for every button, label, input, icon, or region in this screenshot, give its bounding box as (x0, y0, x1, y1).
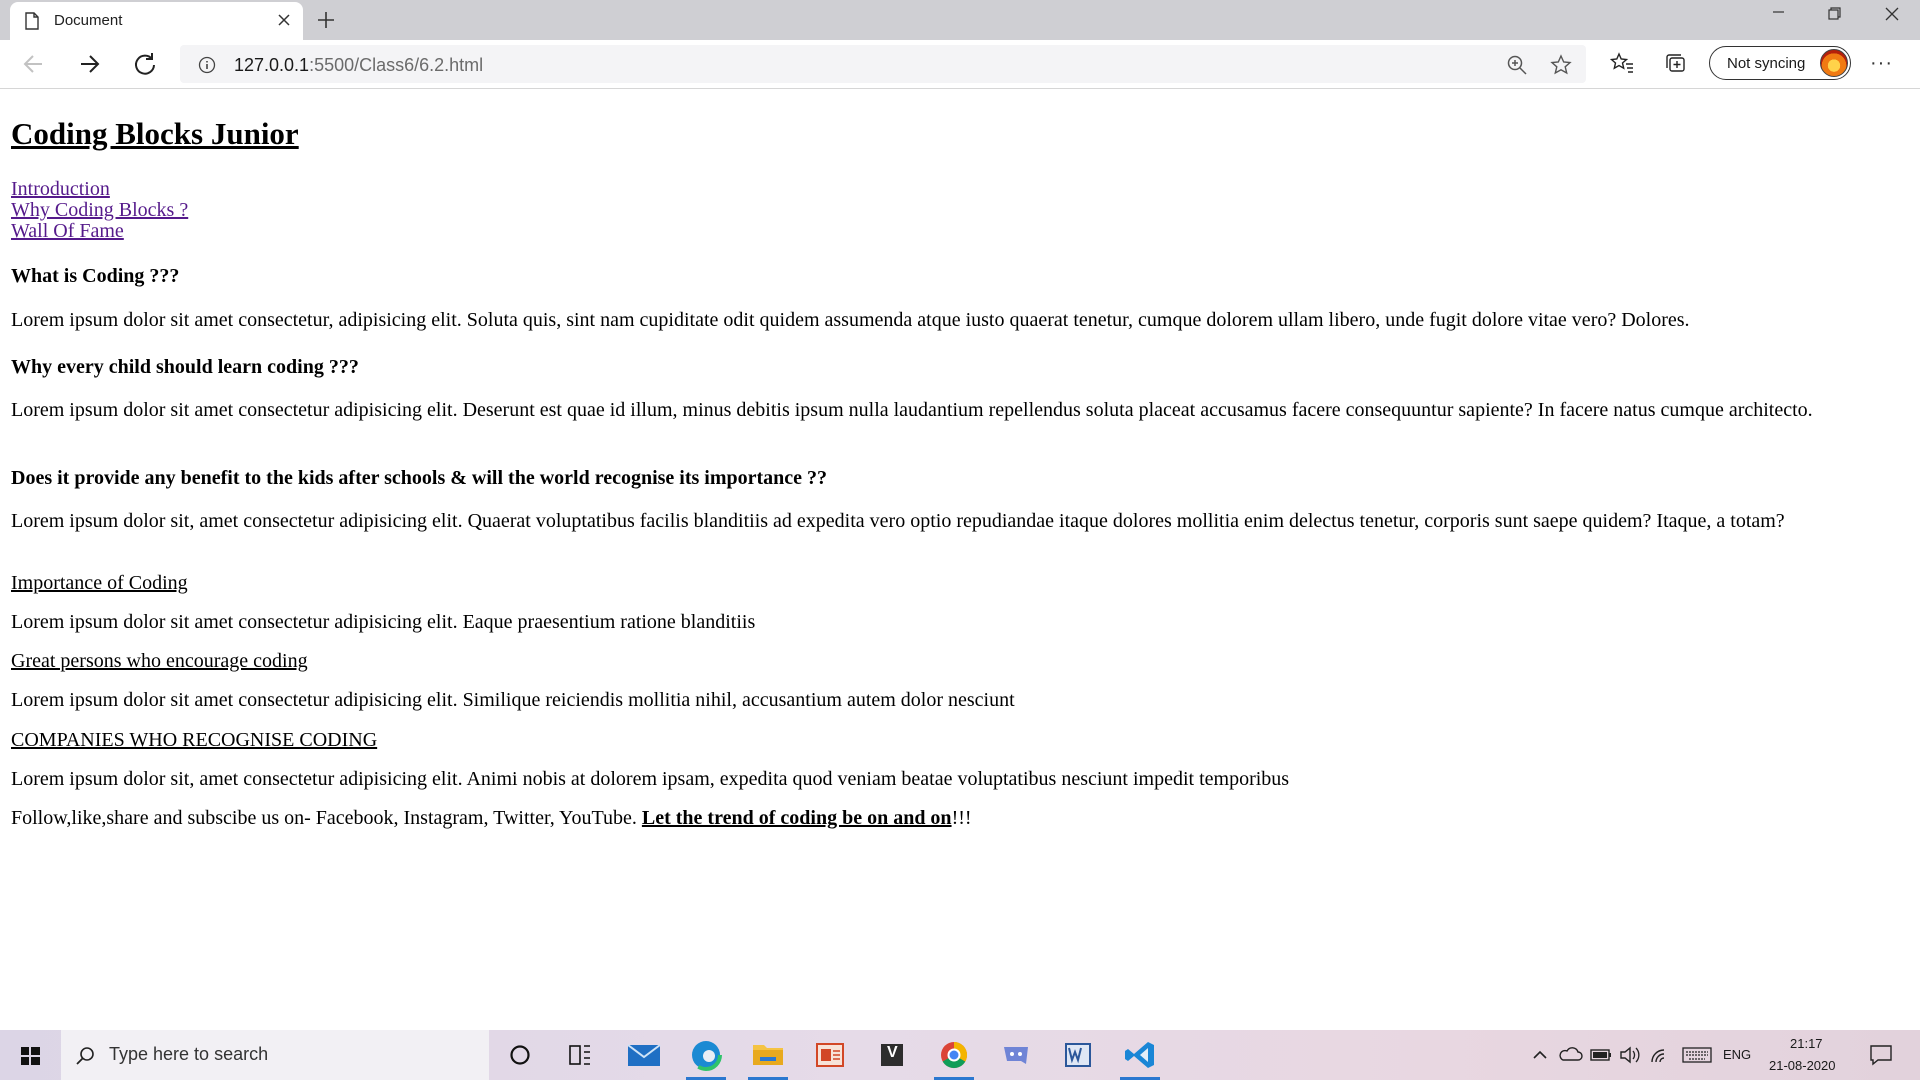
battery-icon[interactable] (1588, 1030, 1614, 1080)
discord-icon[interactable] (990, 1030, 1042, 1080)
address-bar[interactable]: 127.0.0.1:5500/Class6/6.2.html (180, 45, 1586, 83)
page-title: Coding Blocks Junior (11, 116, 299, 151)
trend-highlight: Let the trend of coding be on and on (641, 807, 952, 829)
notification-icon[interactable] (1864, 1030, 1898, 1080)
mail-icon[interactable] (618, 1030, 670, 1080)
refresh-icon[interactable] (131, 50, 159, 78)
paragraph-2: Lorem ipsum dolor sit amet consectetur a… (11, 399, 1813, 421)
restore-icon[interactable] (1814, 6, 1854, 26)
favorites-icon[interactable] (1609, 52, 1634, 79)
question-heading-2: Why every child should learn coding ??? (11, 356, 359, 378)
start-icon[interactable] (0, 1030, 60, 1080)
edge-icon[interactable] (680, 1030, 732, 1080)
zoom-icon[interactable] (1506, 54, 1528, 81)
chrome-icon[interactable] (928, 1030, 980, 1080)
cortana-icon[interactable] (494, 1030, 546, 1080)
sync-status-button[interactable]: Not syncing (1709, 46, 1851, 80)
clock-time[interactable]: 21:17 (1790, 1036, 1823, 1051)
nav-link-introduction[interactable]: Introduction (11, 178, 110, 201)
task-view-icon[interactable] (554, 1030, 606, 1080)
new-tab-icon[interactable] (316, 10, 336, 35)
taskbar-search-box[interactable]: Type here to search (61, 1030, 489, 1080)
follow-line: Follow,like,share and subscibe us on- Fa… (11, 807, 972, 830)
paragraph-1: Lorem ipsum dolor sit amet consectetur, … (11, 309, 1690, 331)
companies-text: Lorem ipsum dolor sit, amet consectetur … (11, 768, 1290, 790)
sync-label: Not syncing (1727, 55, 1806, 72)
back-arrow-icon[interactable] (20, 50, 48, 78)
browser-titlebar: Document (0, 0, 1920, 40)
nav-link-wall-of-fame[interactable]: Wall Of Fame (11, 220, 124, 243)
importance-text: Lorem ipsum dolor sit amet consectetur a… (11, 611, 756, 633)
settings-more-icon[interactable]: ··· (1870, 52, 1893, 75)
forward-arrow-icon[interactable] (75, 50, 103, 78)
document-icon (24, 12, 40, 35)
browser-tab[interactable]: Document (10, 2, 303, 40)
language-indicator[interactable]: ENG (1723, 1047, 1751, 1062)
collections-icon[interactable] (1664, 52, 1688, 79)
tab-title: Document (54, 12, 123, 29)
windows-taskbar: Type here to search V ENG 21:17 21-08-20… (0, 1030, 1920, 1080)
search-icon (75, 1045, 97, 1072)
question-heading-1: What is Coding ??? (11, 265, 180, 287)
paragraph-3: Lorem ipsum dolor sit, amet consectetur … (11, 510, 1785, 532)
persons-text: Lorem ipsum dolor sit amet consectetur a… (11, 689, 1015, 711)
companies-heading: COMPANIES WHO RECOGNISE CODING (11, 729, 378, 751)
file-explorer-icon[interactable] (742, 1030, 794, 1080)
persons-heading: Great persons who encourage coding (11, 650, 308, 672)
close-tab-icon[interactable] (277, 13, 291, 32)
chevron-up-icon[interactable] (1528, 1030, 1552, 1080)
follow-text: Follow,like,share and subscibe us on- Fa… (11, 807, 642, 829)
volume-icon[interactable] (1618, 1030, 1644, 1080)
minimize-icon[interactable] (1758, 6, 1798, 26)
favorite-star-icon[interactable] (1550, 54, 1572, 81)
importance-heading: Importance of Coding (11, 572, 188, 594)
page-content: Coding Blocks Junior Introduction Why Co… (0, 89, 1920, 1030)
url-text[interactable]: 127.0.0.1:5500/Class6/6.2.html (234, 55, 483, 76)
search-placeholder: Type here to search (109, 1044, 269, 1064)
site-info-icon[interactable] (198, 56, 216, 79)
word-icon[interactable] (1052, 1030, 1104, 1080)
question-heading-3: Does it provide any benefit to the kids … (11, 467, 828, 489)
vim-letter: V (887, 1044, 898, 1061)
vscode-icon[interactable] (1114, 1030, 1166, 1080)
browser-toolbar: 127.0.0.1:5500/Class6/6.2.html Not synci… (0, 40, 1920, 89)
profile-avatar (1820, 49, 1848, 77)
keyboard-icon[interactable] (1680, 1030, 1714, 1080)
clock-date[interactable]: 21-08-2020 (1769, 1058, 1836, 1073)
follow-end: !!! (951, 807, 972, 829)
nav-link-why-coding-blocks[interactable]: Why Coding Blocks ? (11, 199, 188, 222)
onedrive-icon[interactable] (1558, 1030, 1584, 1080)
office-icon[interactable] (804, 1030, 856, 1080)
vim-icon[interactable]: V (866, 1030, 918, 1080)
close-window-icon[interactable] (1872, 6, 1912, 26)
wifi-icon[interactable] (1648, 1030, 1674, 1080)
